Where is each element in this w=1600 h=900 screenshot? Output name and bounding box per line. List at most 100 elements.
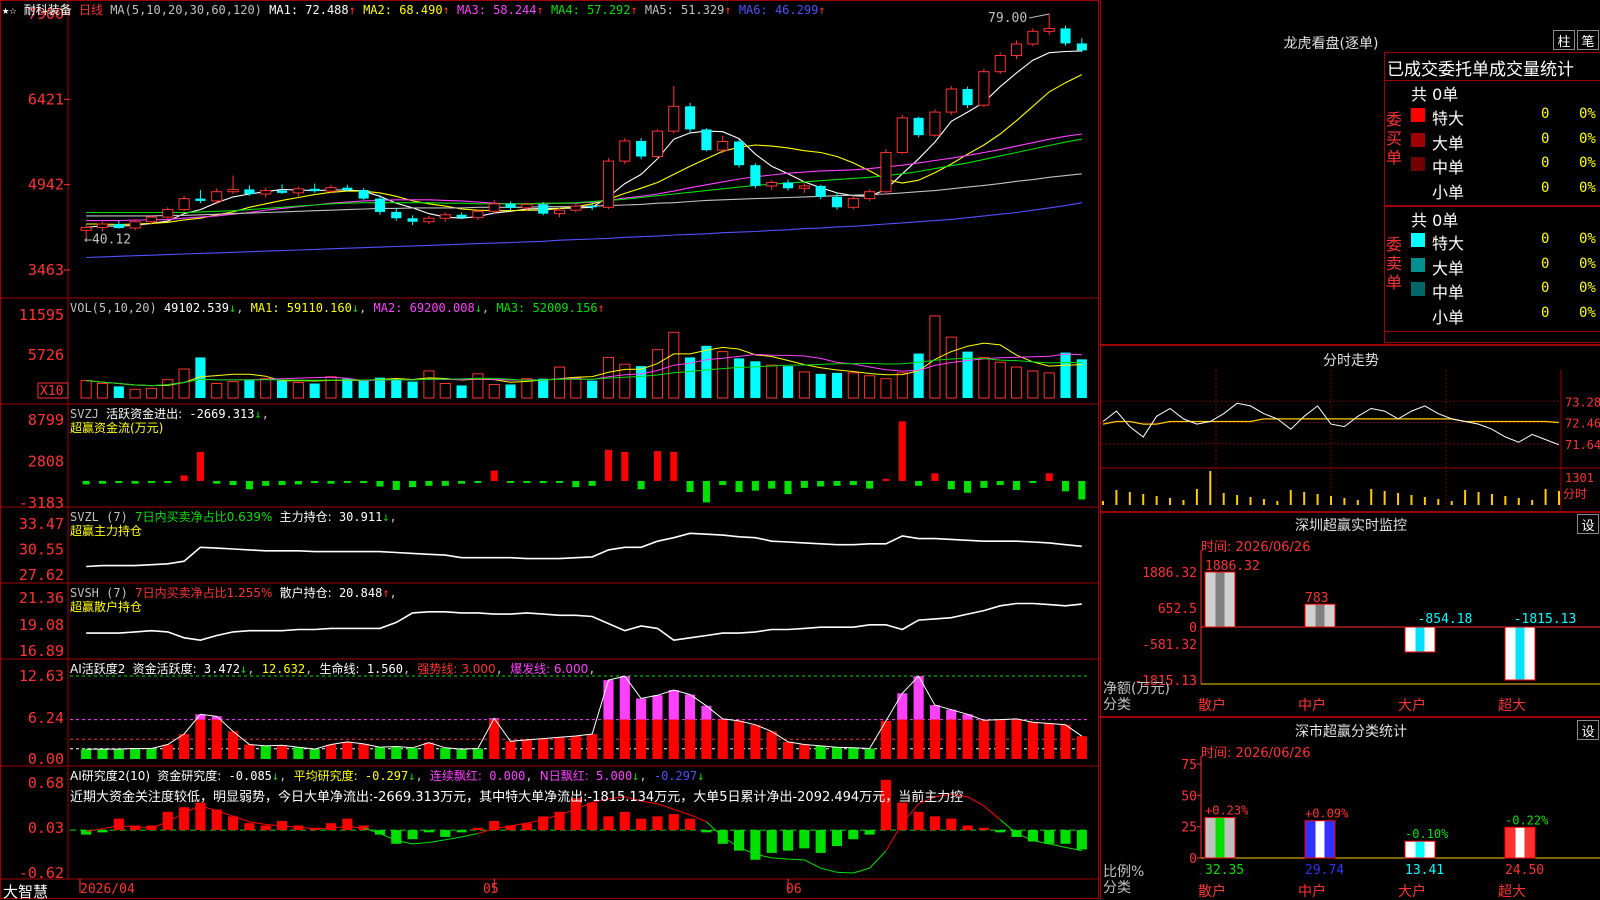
- monitor-settings-button[interactable]: 设: [1577, 514, 1599, 534]
- ai2-bar: [162, 811, 173, 831]
- lhb-bar-button[interactable]: 柱: [1553, 30, 1575, 50]
- ai2-avg-segment: [314, 827, 332, 830]
- candle-body: [619, 140, 631, 162]
- vol-ma3: 52009.156: [532, 301, 598, 315]
- volume-bar: [782, 366, 794, 398]
- ai2-bar: [619, 811, 630, 831]
- volume-bar: [538, 378, 549, 398]
- ma-legend: MA1: 72.488↑ MA2: 68.490↑ MA3: 58.244↑ M…: [269, 3, 826, 17]
- ai1-bar: [701, 719, 712, 759]
- svzj-tick-label: -3183: [19, 494, 64, 512]
- classify-tick-label: 75: [1181, 758, 1197, 773]
- svzj-bar: [637, 480, 645, 490]
- candle-body: [342, 187, 353, 190]
- candle-body: [978, 71, 990, 106]
- ai2-nred: 5.000: [596, 769, 633, 783]
- ai1-bar: [293, 747, 304, 759]
- volume-bar: [129, 388, 141, 399]
- period-label[interactable]: 日线: [79, 3, 103, 17]
- sell-rows-swatch-3: [1411, 306, 1425, 321]
- svzj-bar: [866, 480, 874, 489]
- candle-body: [391, 211, 402, 219]
- candle-body: [994, 55, 1006, 73]
- volume-bar: [864, 375, 876, 399]
- svzj-bar: [82, 480, 90, 485]
- fenshi-tick-label: 71.64: [1565, 438, 1600, 452]
- buy-rows-count-1: 0: [1541, 130, 1550, 147]
- svzj-bar: [555, 480, 564, 483]
- low-price-label: ←40.12: [84, 232, 131, 247]
- price-tick-label: 3463: [28, 261, 64, 279]
- sell-rows-swatch-0: [1411, 233, 1425, 247]
- volume-bar: [505, 384, 516, 398]
- ai1-bar: [1027, 722, 1038, 759]
- monitor-bar-core: [1415, 627, 1425, 652]
- ai1-bar: [913, 719, 924, 759]
- ai1-bar: [440, 747, 451, 759]
- svzj-bar: [849, 480, 857, 486]
- volume-bar: [374, 377, 386, 398]
- svzl-line: [86, 532, 1082, 568]
- svzj-bar: [327, 480, 335, 484]
- svzj-bar: [490, 470, 498, 481]
- svsh-label: 散户持仓:: [279, 586, 332, 600]
- svzj-bar: [311, 480, 319, 484]
- ai2-bar: [864, 830, 875, 835]
- ai1-bar: [831, 747, 843, 759]
- ai1-bar-top: [636, 698, 647, 720]
- volume-bar: [162, 379, 174, 399]
- monitor-ylabel: 净额(万元): [1103, 681, 1170, 697]
- favorite-star-icon[interactable]: ★☆: [2, 3, 16, 17]
- candle-body: [798, 185, 810, 189]
- classify-settings-button[interactable]: 设: [1577, 720, 1599, 740]
- classify-change-label: +0.09%: [1305, 807, 1349, 821]
- svzj-bar: [115, 480, 123, 484]
- ai2-value: -0.085: [228, 769, 272, 783]
- monitor-bar-label: -1815.13: [1514, 612, 1577, 627]
- candle-body: [602, 160, 615, 208]
- ai2-bar: [342, 818, 353, 831]
- candle-body: [162, 209, 174, 218]
- candle-body: [701, 129, 712, 151]
- candle-body: [505, 203, 516, 208]
- svzj-bar: [213, 480, 221, 484]
- ai1-bar: [97, 749, 108, 759]
- sell-rows-pct-0: 0%: [1579, 231, 1596, 247]
- candle-body: [734, 141, 745, 166]
- ai2-avg-segment: [706, 821, 724, 838]
- ai2-nred-label: N日飘红:: [539, 769, 589, 783]
- svzj-bar: [751, 480, 759, 491]
- ai2-bar: [995, 830, 1006, 833]
- vol-header: VOL(5,10,20) 49102.539↓, MA1: 59110.160↓…: [70, 301, 605, 315]
- ma-legend-item-6: MA6: 46.299: [738, 3, 819, 17]
- ai2-bar: [97, 830, 108, 833]
- candle-body: [195, 198, 206, 201]
- ai1-v1: 3.472: [203, 662, 241, 676]
- ai1-bar: [978, 720, 989, 759]
- xaxis-label-1: 05: [483, 882, 499, 897]
- svzj-bar: [572, 480, 580, 488]
- ai1-bar: [962, 719, 973, 759]
- ai1-bar: [1044, 723, 1055, 759]
- ai2-bar: [456, 830, 467, 833]
- ai1-bar: [407, 747, 418, 759]
- svzj-bar: [980, 480, 988, 488]
- ai1-bar: [472, 748, 483, 759]
- fenshi-chart[interactable]: 73.28 72.46 71.64 1301 分时: [1101, 370, 1600, 510]
- lhb-tick-button[interactable]: 笔: [1577, 30, 1599, 50]
- monitor-tick-label: 0: [1189, 621, 1197, 636]
- ai1-bar: [81, 749, 92, 759]
- svzj-bar: [343, 480, 351, 483]
- candle-body: [260, 190, 272, 195]
- main-chart[interactable]: 790064214942346379.00←40.12115955726X108…: [0, 0, 1100, 900]
- candle-body: [80, 226, 92, 231]
- ai2-code: AI研究度2(10): [70, 769, 151, 783]
- classify-ylabel: 比例%: [1103, 864, 1144, 880]
- volume-bar: [701, 345, 712, 398]
- classify-title: 深市超赢分类统计: [1295, 724, 1407, 740]
- volume-bar: [80, 380, 92, 399]
- xaxis-label-2: 06: [786, 882, 802, 897]
- volume-bar: [553, 366, 566, 399]
- candle-body: [325, 187, 337, 192]
- volume-bar: [292, 382, 304, 399]
